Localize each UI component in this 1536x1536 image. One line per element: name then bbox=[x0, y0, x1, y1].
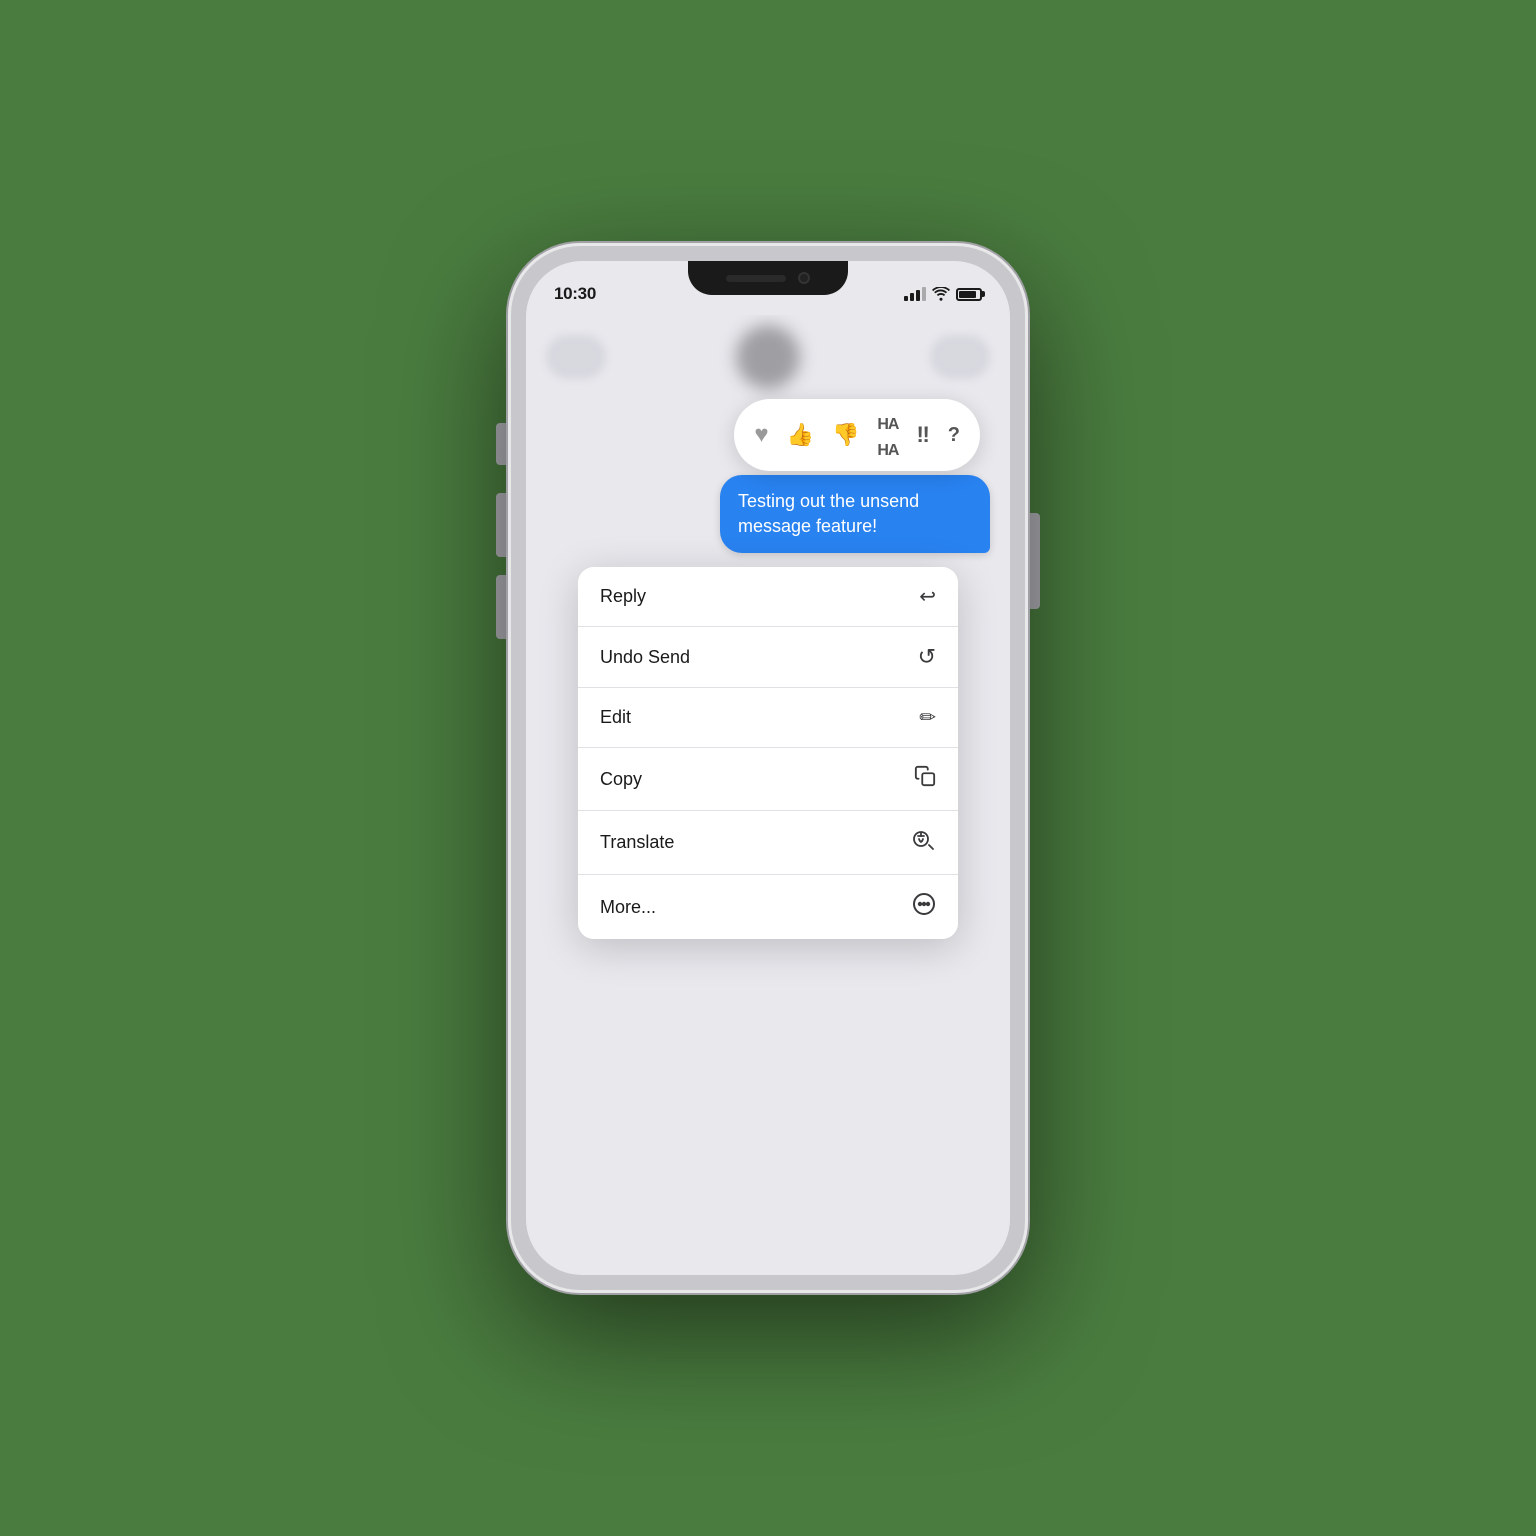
battery-icon bbox=[956, 288, 982, 301]
bg-blur-left bbox=[546, 335, 606, 379]
menu-label-more: More... bbox=[600, 897, 656, 918]
react-exclaim[interactable]: ‼ bbox=[916, 422, 929, 448]
react-haha[interactable]: HAHA bbox=[877, 409, 898, 461]
status-time: 10:30 bbox=[554, 284, 596, 304]
react-heart[interactable]: ♥ bbox=[754, 421, 768, 449]
react-question[interactable]: ? bbox=[948, 424, 960, 447]
bg-blur-right bbox=[930, 335, 990, 379]
menu-item-edit[interactable]: Edit ✏ bbox=[578, 688, 958, 748]
react-thumbsdown[interactable]: 👎 bbox=[832, 422, 859, 448]
message-area: ♥ 👍 👎 HAHA ‼ ? Testing out the unsend me… bbox=[526, 399, 1010, 553]
phone-frame-wrapper: 10:30 bbox=[508, 243, 1028, 1293]
phone-body: 10:30 bbox=[508, 243, 1028, 1293]
status-icons bbox=[904, 287, 982, 301]
notch bbox=[688, 261, 848, 295]
front-camera bbox=[798, 272, 810, 284]
contact-avatar bbox=[736, 325, 800, 389]
context-menu: Reply ↩ Undo Send ↺ Edit ✏ Copy bbox=[578, 567, 958, 939]
message-text: Testing out the unsend message feature! bbox=[738, 491, 919, 536]
copy-icon bbox=[914, 765, 936, 793]
mute-button[interactable] bbox=[496, 423, 508, 465]
speaker bbox=[726, 275, 786, 282]
chat-area: ♥ 👍 👎 HAHA ‼ ? Testing out the unsend me… bbox=[526, 315, 1010, 1275]
menu-item-more[interactable]: More... bbox=[578, 875, 958, 939]
message-bubble: Testing out the unsend message feature! bbox=[720, 475, 990, 553]
menu-label-undo-send: Undo Send bbox=[600, 647, 690, 668]
menu-label-reply: Reply bbox=[600, 586, 646, 607]
menu-label-copy: Copy bbox=[600, 769, 642, 790]
react-thumbsup[interactable]: 👍 bbox=[787, 422, 814, 448]
reaction-bar: ♥ 👍 👎 HAHA ‼ ? bbox=[734, 399, 980, 471]
menu-item-reply[interactable]: Reply ↩ bbox=[578, 567, 958, 627]
more-icon bbox=[912, 892, 936, 922]
reply-icon: ↩ bbox=[919, 584, 936, 609]
menu-label-translate: Translate bbox=[600, 832, 674, 853]
volume-up-button[interactable] bbox=[496, 493, 508, 557]
power-button[interactable] bbox=[1028, 513, 1040, 609]
wifi-icon bbox=[932, 287, 950, 301]
volume-down-button[interactable] bbox=[496, 575, 508, 639]
signal-icon bbox=[904, 287, 926, 301]
menu-item-translate[interactable]: Translate bbox=[578, 811, 958, 875]
translate-icon bbox=[912, 828, 936, 857]
menu-item-undo-send[interactable]: Undo Send ↺ bbox=[578, 627, 958, 688]
phone-screen: 10:30 bbox=[526, 261, 1010, 1275]
edit-icon: ✏ bbox=[919, 705, 936, 730]
menu-item-copy[interactable]: Copy bbox=[578, 748, 958, 811]
menu-label-edit: Edit bbox=[600, 707, 631, 728]
undo-send-icon: ↺ bbox=[918, 644, 936, 670]
